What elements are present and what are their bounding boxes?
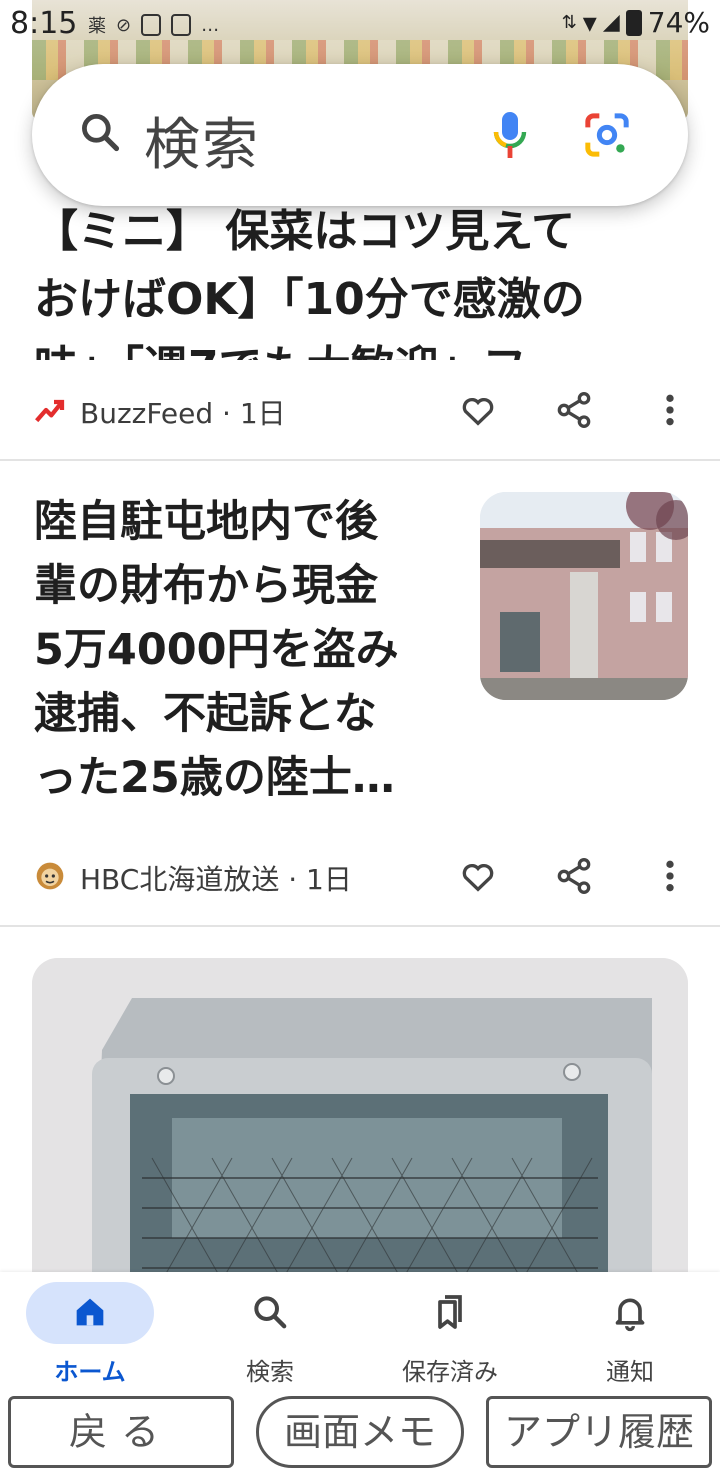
bell-icon (615, 1298, 645, 1332)
article-2-title-line: 輩の財布から現金 (34, 561, 378, 611)
article-2-thumbnail[interactable] (480, 492, 688, 700)
nav-home[interactable]: ホーム (0, 1272, 180, 1392)
no-disturb-icon: ⊘ (116, 14, 132, 36)
nav-search[interactable]: 検索 (180, 1272, 360, 1392)
article-2-title-line: った25歳の陸士… (34, 753, 395, 803)
search-placeholder[interactable]: 検索 (144, 100, 260, 181)
article-1-title-line: 味」「週7でも大歓迎」フ… (34, 334, 694, 360)
article-1-meta: BuzzFeed · 1日 (0, 380, 720, 440)
nav-saved[interactable]: 保存済み (360, 1272, 540, 1392)
search-icon (254, 1296, 287, 1329)
system-icons: ⇅ ▾ ◢ 74% (562, 6, 710, 39)
google-discover-feed: 8:15 薬 ⊘ … ⇅ ▾ ◢ 74% 検索 【ミニ】 保菜はコツ見えて おけ… (0, 0, 720, 1480)
microphone-icon[interactable] (490, 110, 530, 162)
wifi-icon: ▾ (582, 6, 597, 39)
article-2-title[interactable]: 陸自駐屯地内で後 輩の財布から現金 5万4000円を盗み 逮捕、不起訴とな った… (34, 490, 464, 810)
heart-icon[interactable] (458, 390, 498, 430)
battery-percentage: 74% (647, 6, 710, 39)
heart-icon[interactable] (458, 856, 498, 896)
article-1-title-line: おけばOK】「10分で感激の (34, 274, 585, 325)
article-2-title-line: 5万4000円を盗み (34, 625, 399, 675)
hbc-logo-icon (36, 862, 64, 890)
search-bar[interactable]: 検索 (32, 64, 688, 206)
vibrate-icon (141, 14, 162, 36)
signal-icon: ◢ (602, 10, 620, 35)
divider (0, 925, 720, 927)
device-button-bar: 戻る 画面メモ アプリ履歴 (0, 1392, 720, 1480)
nav-saved-label: 保存済み (402, 1358, 498, 1386)
app-history-button[interactable]: アプリ履歴 (486, 1396, 712, 1468)
article-age: 1日 (306, 863, 352, 896)
screen-icon (171, 14, 192, 36)
more-options-icon[interactable] (656, 856, 684, 896)
divider (0, 459, 720, 461)
status-time: 8:15 (10, 6, 78, 41)
article-2-meta: HBC北海道放送 · 1日 (0, 846, 720, 906)
notification-icons: 薬 ⊘ … (88, 12, 219, 38)
google-lens-icon[interactable] (584, 112, 630, 158)
share-icon[interactable] (554, 390, 594, 430)
article-1-title-line: 【ミニ】 保菜はコツ見えて (34, 206, 576, 257)
bookmarks-icon (438, 1295, 462, 1329)
nav-search-label: 検索 (246, 1358, 294, 1386)
article-2-title-line: 陸自駐屯地内で後 (34, 497, 378, 547)
share-icon[interactable] (554, 856, 594, 896)
article-2-title-line: 逮捕、不起訴とな (34, 689, 377, 739)
screen-memo-button[interactable]: 画面メモ (256, 1396, 464, 1468)
source-name: HBC北海道放送 (80, 863, 280, 896)
article-2-source: HBC北海道放送 · 1日 (80, 863, 352, 896)
article-1-title[interactable]: 【ミニ】 保菜はコツ見えて おけばOK】「10分で感激の 味」「週7でも大歓迎」… (34, 198, 694, 360)
nav-notifications[interactable]: 通知 (540, 1272, 720, 1392)
more-options-icon[interactable] (656, 390, 684, 430)
source-name: BuzzFeed (80, 397, 214, 430)
search-icon (82, 114, 120, 152)
article-1-source: BuzzFeed · 1日 (80, 397, 286, 430)
more-notifications-icon: … (201, 14, 220, 36)
toaster-oven-photo (32, 958, 688, 1298)
battery-icon (625, 9, 642, 36)
nav-home-label: ホーム (54, 1358, 126, 1386)
back-button[interactable]: 戻る (8, 1396, 234, 1468)
data-arrows-icon: ⇅ (561, 12, 577, 33)
status-bar: 8:15 薬 ⊘ … ⇅ ▾ ◢ 74% (0, 0, 720, 50)
article-3-image[interactable] (32, 958, 688, 1298)
nav-notifications-label: 通知 (606, 1358, 654, 1386)
building-photo (480, 492, 688, 700)
article-age: 1日 (239, 397, 286, 430)
buzzfeed-logo-icon (35, 399, 65, 423)
bottom-navigation: ホーム 検索 保存済み 通知 (0, 1272, 720, 1392)
home-icon (76, 1298, 104, 1326)
pharmacy-notification-icon: 薬 (88, 16, 106, 37)
